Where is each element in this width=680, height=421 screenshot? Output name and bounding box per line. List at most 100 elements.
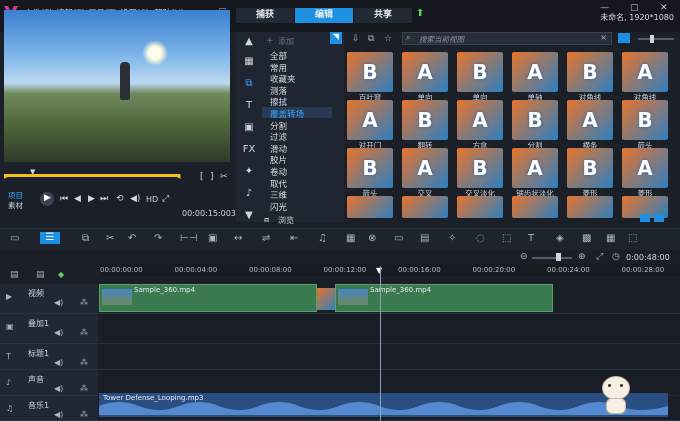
transition-thumbnail[interactable]: A: [622, 52, 668, 92]
toolbar-ico-2[interactable]: ✂: [106, 233, 114, 244]
go-start-icon[interactable]: ⏮: [60, 194, 68, 204]
track-ripple-icon[interactable]: ⁂: [80, 328, 88, 337]
3d-title-icon[interactable]: T: [528, 233, 534, 244]
redo-icon[interactable]: ↷: [154, 233, 162, 244]
trim-icon[interactable]: ⊢⊣: [180, 233, 197, 244]
video-clip[interactable]: Sample_360.mp4: [335, 284, 553, 312]
transition-thumbnail[interactable]: B: [512, 100, 558, 140]
crop-icon[interactable]: ▣: [208, 233, 217, 244]
mark-in-icon[interactable]: [: [200, 172, 204, 182]
list-view-icon[interactable]: [654, 214, 664, 222]
transition-thumbnail[interactable]: A: [402, 148, 448, 188]
track-mute-icon[interactable]: ◀): [54, 328, 63, 337]
transition-thumbnail[interactable]: A: [622, 148, 668, 188]
category-item[interactable]: 覆盖转场: [270, 108, 304, 120]
track-mute-icon[interactable]: ◀): [54, 384, 63, 393]
video-clip[interactable]: Sample_360.mp4: [99, 284, 317, 312]
title-icon[interactable]: T: [242, 100, 256, 114]
zoom-in-icon[interactable]: ⊕: [578, 252, 586, 262]
mark-out-icon[interactable]: ]: [210, 172, 214, 182]
enlarge-icon[interactable]: ⤢: [162, 194, 169, 204]
track-lane[interactable]: [99, 314, 680, 344]
subtitle-icon[interactable]: ▭: [394, 233, 403, 244]
transition-thumbnail[interactable]: B: [567, 148, 613, 188]
favorite-icon[interactable]: ☆: [384, 34, 392, 44]
motion-icon[interactable]: ✦: [242, 166, 256, 180]
camera-icon[interactable]: ▦: [346, 233, 355, 244]
category-item[interactable]: 分割: [270, 120, 287, 132]
audio-mix-icon[interactable]: ♫: [318, 233, 327, 244]
category-item[interactable]: 常用: [270, 62, 287, 74]
mask-icon[interactable]: ◌: [476, 233, 485, 244]
render-icon[interactable]: ▩: [582, 233, 591, 244]
music-clip[interactable]: Tower Defense_Looping.mp3: [99, 393, 668, 417]
prev-frame-icon[interactable]: ◀: [74, 194, 81, 204]
track-mute-icon[interactable]: ◀): [54, 410, 63, 419]
track-ripple-icon[interactable]: ⁂: [80, 358, 88, 367]
pin-icon[interactable]: ◥: [330, 32, 342, 44]
fit-project-icon[interactable]: ⤢: [596, 252, 603, 262]
category-item[interactable]: 全部: [270, 50, 287, 62]
track-ripple-icon[interactable]: ⁂: [80, 410, 88, 419]
toolbar-ico-1[interactable]: ⧉: [82, 233, 89, 244]
category-item[interactable]: 收藏夹: [270, 73, 296, 85]
search-clear-icon[interactable]: ×: [600, 33, 607, 42]
category-item[interactable]: 卷动: [270, 166, 287, 178]
transition-thumbnail[interactable]: B: [622, 100, 668, 140]
apply-icon[interactable]: ⧉: [368, 34, 374, 44]
transition-thumbnail[interactable]: A: [457, 100, 503, 140]
track-mute-icon[interactable]: ◀): [54, 358, 63, 367]
export-icon[interactable]: ⬚: [628, 233, 637, 244]
graphics-icon[interactable]: ▣: [242, 122, 256, 136]
transition-thumbnail[interactable]: A: [567, 100, 613, 140]
storyboard-view-icon[interactable]: ▭: [10, 233, 19, 244]
transition-thumbnail[interactable]: [512, 196, 558, 218]
track-ripple-icon[interactable]: ⁂: [80, 384, 88, 393]
move-icon[interactable]: ↔: [234, 233, 242, 244]
transition-thumbnail[interactable]: B: [347, 52, 393, 92]
clock-icon[interactable]: ◷: [612, 252, 620, 262]
clip-mode-label[interactable]: 素材: [8, 200, 23, 211]
scroll-down-icon[interactable]: ▼: [242, 210, 256, 224]
next-frame-icon[interactable]: ▶: [88, 194, 95, 204]
add-icon[interactable]: +: [266, 36, 274, 46]
hd-toggle[interactable]: HD: [146, 195, 158, 204]
ripple-icon[interactable]: ⇤: [290, 233, 298, 244]
import-icon[interactable]: ⇩: [352, 34, 360, 44]
link-icon[interactable]: ⊗: [368, 233, 376, 244]
tab-share[interactable]: 共享: [354, 8, 412, 23]
scroll-up-icon[interactable]: ▲: [242, 36, 256, 50]
category-item[interactable]: 测落: [270, 85, 287, 97]
thumb-size-slider[interactable]: [638, 38, 674, 40]
grid-view-icon[interactable]: [640, 214, 650, 222]
volume-icon[interactable]: ◀): [130, 194, 140, 204]
category-item[interactable]: 三维: [270, 189, 287, 201]
transition-thumbnail[interactable]: B: [457, 52, 503, 92]
zoom-out-icon[interactable]: ⊖: [520, 252, 528, 262]
fx-icon[interactable]: FX: [242, 144, 256, 158]
track-ripple-icon[interactable]: ⁂: [80, 298, 88, 307]
browse-label[interactable]: 浏览: [278, 215, 294, 226]
track-lane[interactable]: [99, 344, 680, 370]
track-mute-icon[interactable]: ◀): [54, 298, 63, 307]
transition-icon[interactable]: ⧉: [242, 78, 256, 92]
transition-thumbnail[interactable]: [402, 196, 448, 218]
transition-clip[interactable]: [317, 288, 335, 310]
trim-end-icon[interactable]: ◂: [176, 172, 181, 182]
go-end-icon[interactable]: ⏭: [100, 194, 108, 204]
video-preview[interactable]: [4, 10, 230, 162]
thumb-size-handle[interactable]: [650, 35, 654, 43]
motion-track-icon[interactable]: ✧: [448, 233, 456, 244]
transition-thumbnail[interactable]: B: [347, 148, 393, 188]
transition-thumbnail[interactable]: [457, 196, 503, 218]
transition-thumbnail[interactable]: A: [402, 52, 448, 92]
snapshot-icon[interactable]: ▦: [606, 233, 615, 244]
category-item[interactable]: 滑动: [270, 143, 287, 155]
transition-thumbnail[interactable]: A: [347, 100, 393, 140]
transition-thumbnail[interactable]: [567, 196, 613, 218]
audio-icon[interactable]: ♪: [242, 188, 256, 202]
browse-icon[interactable]: ⧈: [264, 215, 269, 225]
transition-thumbnail[interactable]: [347, 196, 393, 218]
zoom-handle[interactable]: [556, 253, 561, 261]
category-item[interactable]: 过滤: [270, 131, 287, 143]
